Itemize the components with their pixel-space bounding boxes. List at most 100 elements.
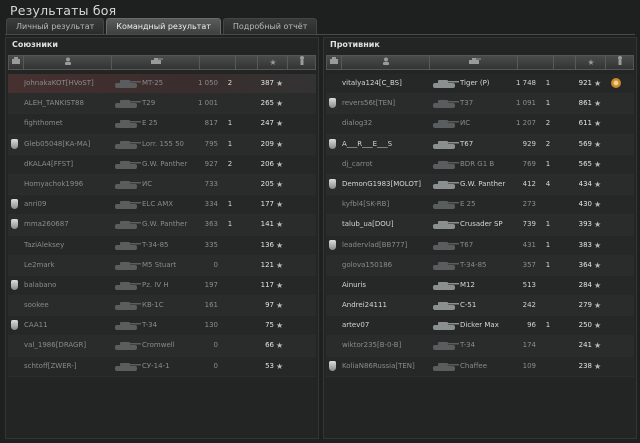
- player-row[interactable]: Ainuris M12 513 284 ★: [326, 275, 634, 297]
- star-icon: ★: [276, 280, 284, 290]
- tank-icon: [112, 360, 142, 373]
- player-row[interactable]: fighthomet E 25 817 1 247 ★: [8, 114, 316, 135]
- xp-value: 75: [265, 321, 274, 330]
- star-icon: ★: [594, 301, 602, 311]
- star-icon[interactable]: ★: [575, 56, 606, 69]
- player-row[interactable]: KoliaN86Russia[TEN] Chaffee 109 238 ★: [326, 356, 634, 377]
- player-row[interactable]: DemonG1983[MOLOT] G.W. Panther 412 4 434 ★: [326, 174, 634, 196]
- player-icon[interactable]: [23, 56, 112, 69]
- player-row[interactable]: dj_carrot BDR G1 B 769 1 565 ★: [326, 154, 634, 175]
- damage-value: 733: [204, 179, 218, 188]
- player-name: ALEH_TANKIST88: [24, 99, 84, 108]
- squad-icon[interactable]: [9, 56, 23, 69]
- player-name: balabano: [24, 280, 57, 289]
- xp-value: 921: [578, 79, 592, 87]
- tank-icon: [112, 117, 142, 130]
- player-name: val_1986[DRAGR]: [24, 341, 87, 350]
- kills-value: 1: [545, 321, 551, 330]
- player-row[interactable]: mma260687 G.W. Panther 363 1 141 ★: [8, 215, 316, 236]
- tab-team-result[interactable]: Командный результат: [106, 18, 221, 34]
- player-row[interactable]: leadervlad[BB777] T67 431 1 383 ★: [326, 235, 634, 256]
- player-row[interactable]: vitalya124[C_BS] Tiger (P) 1 748 1 921 ★: [326, 74, 634, 95]
- clan-emblem-icon: [329, 239, 336, 250]
- player-row[interactable]: Homyachok1996 ИС 733 205 ★: [8, 174, 316, 196]
- player-row[interactable]: Gleb05048[KA-MA] Lorr. 155 50 795 1 209 ★: [8, 134, 316, 155]
- player-row[interactable]: anri09 ELC AMX 334 1 177 ★: [8, 195, 316, 216]
- clan-emblem-icon: [329, 178, 336, 189]
- player-row[interactable]: wiktor235[B-0-B] T-34 174 241 ★: [326, 336, 634, 357]
- kills-column-header[interactable]: [235, 56, 258, 69]
- player-row[interactable]: ALEH_TANKIST88 T29 1 001 265 ★: [8, 94, 316, 115]
- tab-personal-result[interactable]: Личный результат: [6, 18, 105, 34]
- xp-value: 430: [578, 200, 592, 209]
- player-name: wiktor235[B-0-B]: [342, 341, 402, 350]
- clan-emblem-icon: [11, 279, 18, 290]
- xp-value: 393: [578, 220, 592, 229]
- damage-value: 96: [527, 321, 536, 330]
- xp-value: 177: [260, 200, 274, 209]
- star-icon[interactable]: ★: [257, 56, 288, 69]
- xp-value: 121: [260, 260, 274, 269]
- player-name: Ainuris: [342, 280, 367, 289]
- player-row[interactable]: dialog32 ИС 1 207 2 611 ★: [326, 114, 634, 135]
- tank-icon[interactable]: [429, 56, 518, 69]
- tank-icon: [112, 299, 142, 312]
- player-name: TaziAleksey: [24, 240, 65, 249]
- player-row[interactable]: CAA11 T-34 130 75 ★: [8, 316, 316, 337]
- damage-value: 363: [204, 220, 218, 229]
- xp-value: 387: [260, 79, 274, 87]
- tank-icon[interactable]: [111, 56, 200, 69]
- player-row[interactable]: val_1986[DRAGR] Cromwell 0 66 ★: [8, 336, 316, 357]
- damage-column-header[interactable]: [517, 56, 554, 69]
- player-row[interactable]: talub_ua[DOU] Crusader SP 739 1 393 ★: [326, 215, 634, 236]
- clan-emblem-icon: [11, 199, 18, 210]
- allies-table-header: ★: [8, 55, 316, 70]
- clan-emblem-icon: [11, 320, 18, 331]
- tank-icon: [112, 259, 142, 272]
- kills-value: 1: [227, 220, 233, 229]
- player-row[interactable]: A___R___E___S T67 929 2 569 ★: [326, 134, 634, 155]
- enemies-list: vitalya124[C_BS] Tiger (P) 1 748 1 921 ★ rever…: [326, 74, 634, 377]
- player-row[interactable]: balabano Pz. IV H 197 117 ★: [8, 275, 316, 297]
- status-icon[interactable]: [605, 56, 634, 69]
- xp-value: 250: [578, 321, 592, 330]
- xp-value: 238: [578, 361, 592, 370]
- star-icon: ★: [594, 159, 602, 169]
- squad-icon[interactable]: [327, 56, 341, 69]
- tank-icon: [430, 299, 460, 312]
- player-row[interactable]: sookee КВ-1С 161 97 ★: [8, 296, 316, 317]
- player-row[interactable]: golova150186 T-34-85 357 1 364 ★: [326, 255, 634, 276]
- player-name: sookee: [24, 301, 49, 310]
- player-row[interactable]: artev07 Dicker Max 96 1 250 ★: [326, 316, 634, 337]
- player-row[interactable]: JohnakaKOT[HVoST] MT-25 1 050 2 387 ★: [8, 74, 316, 95]
- player-name: fighthomet: [24, 119, 63, 128]
- player-name: leadervlad[BB777]: [342, 240, 408, 249]
- player-row[interactable]: kyfbl4[SK-RB] E 25 273 430 ★: [326, 195, 634, 216]
- player-row[interactable]: Andrei24111 C-51 242 279 ★: [326, 296, 634, 317]
- kills-column-header[interactable]: [553, 56, 576, 69]
- player-row[interactable]: TaziAleksey T-34-85 335 136 ★: [8, 235, 316, 256]
- window-title: Результаты боя: [10, 3, 117, 18]
- player-row[interactable]: Le2mark M5 Stuart 0 121 ★: [8, 255, 316, 276]
- damage-column-header[interactable]: [199, 56, 236, 69]
- tank-icon: [112, 138, 142, 151]
- kills-value: 1: [545, 260, 551, 269]
- tank-icon: [430, 259, 460, 272]
- tank-icon: [430, 239, 460, 252]
- tab-detailed-report[interactable]: Подробный отчёт: [222, 18, 318, 34]
- player-row[interactable]: dKALA4[FFST] G.W. Panther 927 2 206 ★: [8, 154, 316, 175]
- player-row[interactable]: revers56t[TEN] T37 1 091 1 861 ★: [326, 94, 634, 115]
- kills-value: 1: [545, 159, 551, 168]
- allies-title: Союзники: [12, 40, 58, 49]
- player-icon[interactable]: [341, 56, 430, 69]
- xp-value: 241: [578, 341, 592, 350]
- xp-value: 265: [260, 99, 274, 108]
- damage-value: 1 207: [515, 119, 536, 128]
- star-icon: ★: [276, 361, 284, 371]
- tank-icon: [112, 77, 142, 90]
- player-name: artev07: [342, 321, 370, 330]
- tank-icon: [430, 198, 460, 211]
- player-row[interactable]: schtoff[ZWER-] СУ-14-1 0 53 ★: [8, 356, 316, 377]
- status-icon[interactable]: [287, 56, 316, 69]
- star-icon: ★: [594, 99, 602, 109]
